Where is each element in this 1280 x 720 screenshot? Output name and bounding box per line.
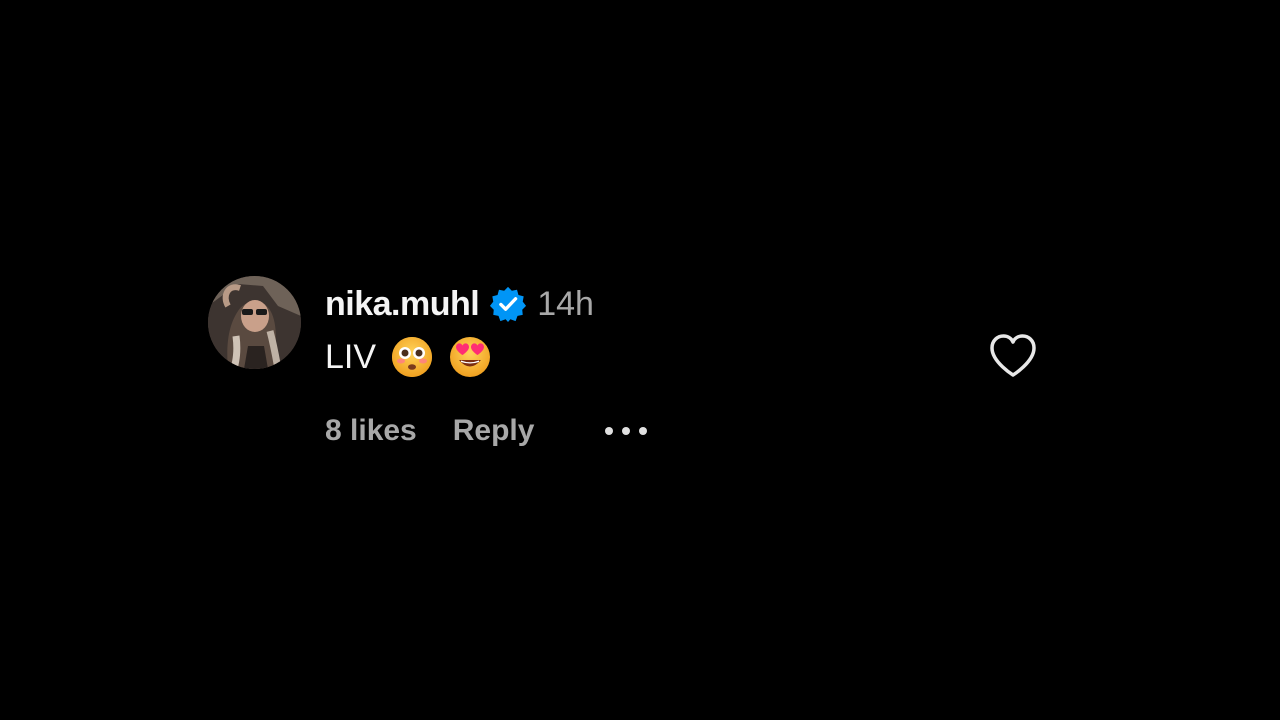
comment-timestamp[interactable]: 14h	[537, 285, 594, 324]
avatar-photo	[208, 276, 301, 369]
comment-body: LIV	[325, 334, 492, 380]
comment-item: nika.muhl 14h LIV 8 likes Reply	[208, 276, 1038, 456]
username-link[interactable]: nika.muhl	[325, 285, 480, 324]
more-options-icon[interactable]	[602, 424, 650, 438]
reply-button[interactable]: Reply	[453, 414, 535, 448]
likes-count-button[interactable]: 8 likes	[325, 414, 417, 448]
flushed-face-emoji	[392, 337, 433, 377]
comment-text: LIV	[325, 337, 377, 376]
comment-actions: 8 likes Reply	[325, 411, 650, 451]
heart-eyes-emoji	[450, 337, 491, 377]
verified-badge-icon	[490, 286, 527, 323]
avatar[interactable]	[208, 276, 301, 369]
heart-icon[interactable]	[988, 333, 1038, 379]
comment-header: nika.muhl 14h	[325, 282, 594, 326]
